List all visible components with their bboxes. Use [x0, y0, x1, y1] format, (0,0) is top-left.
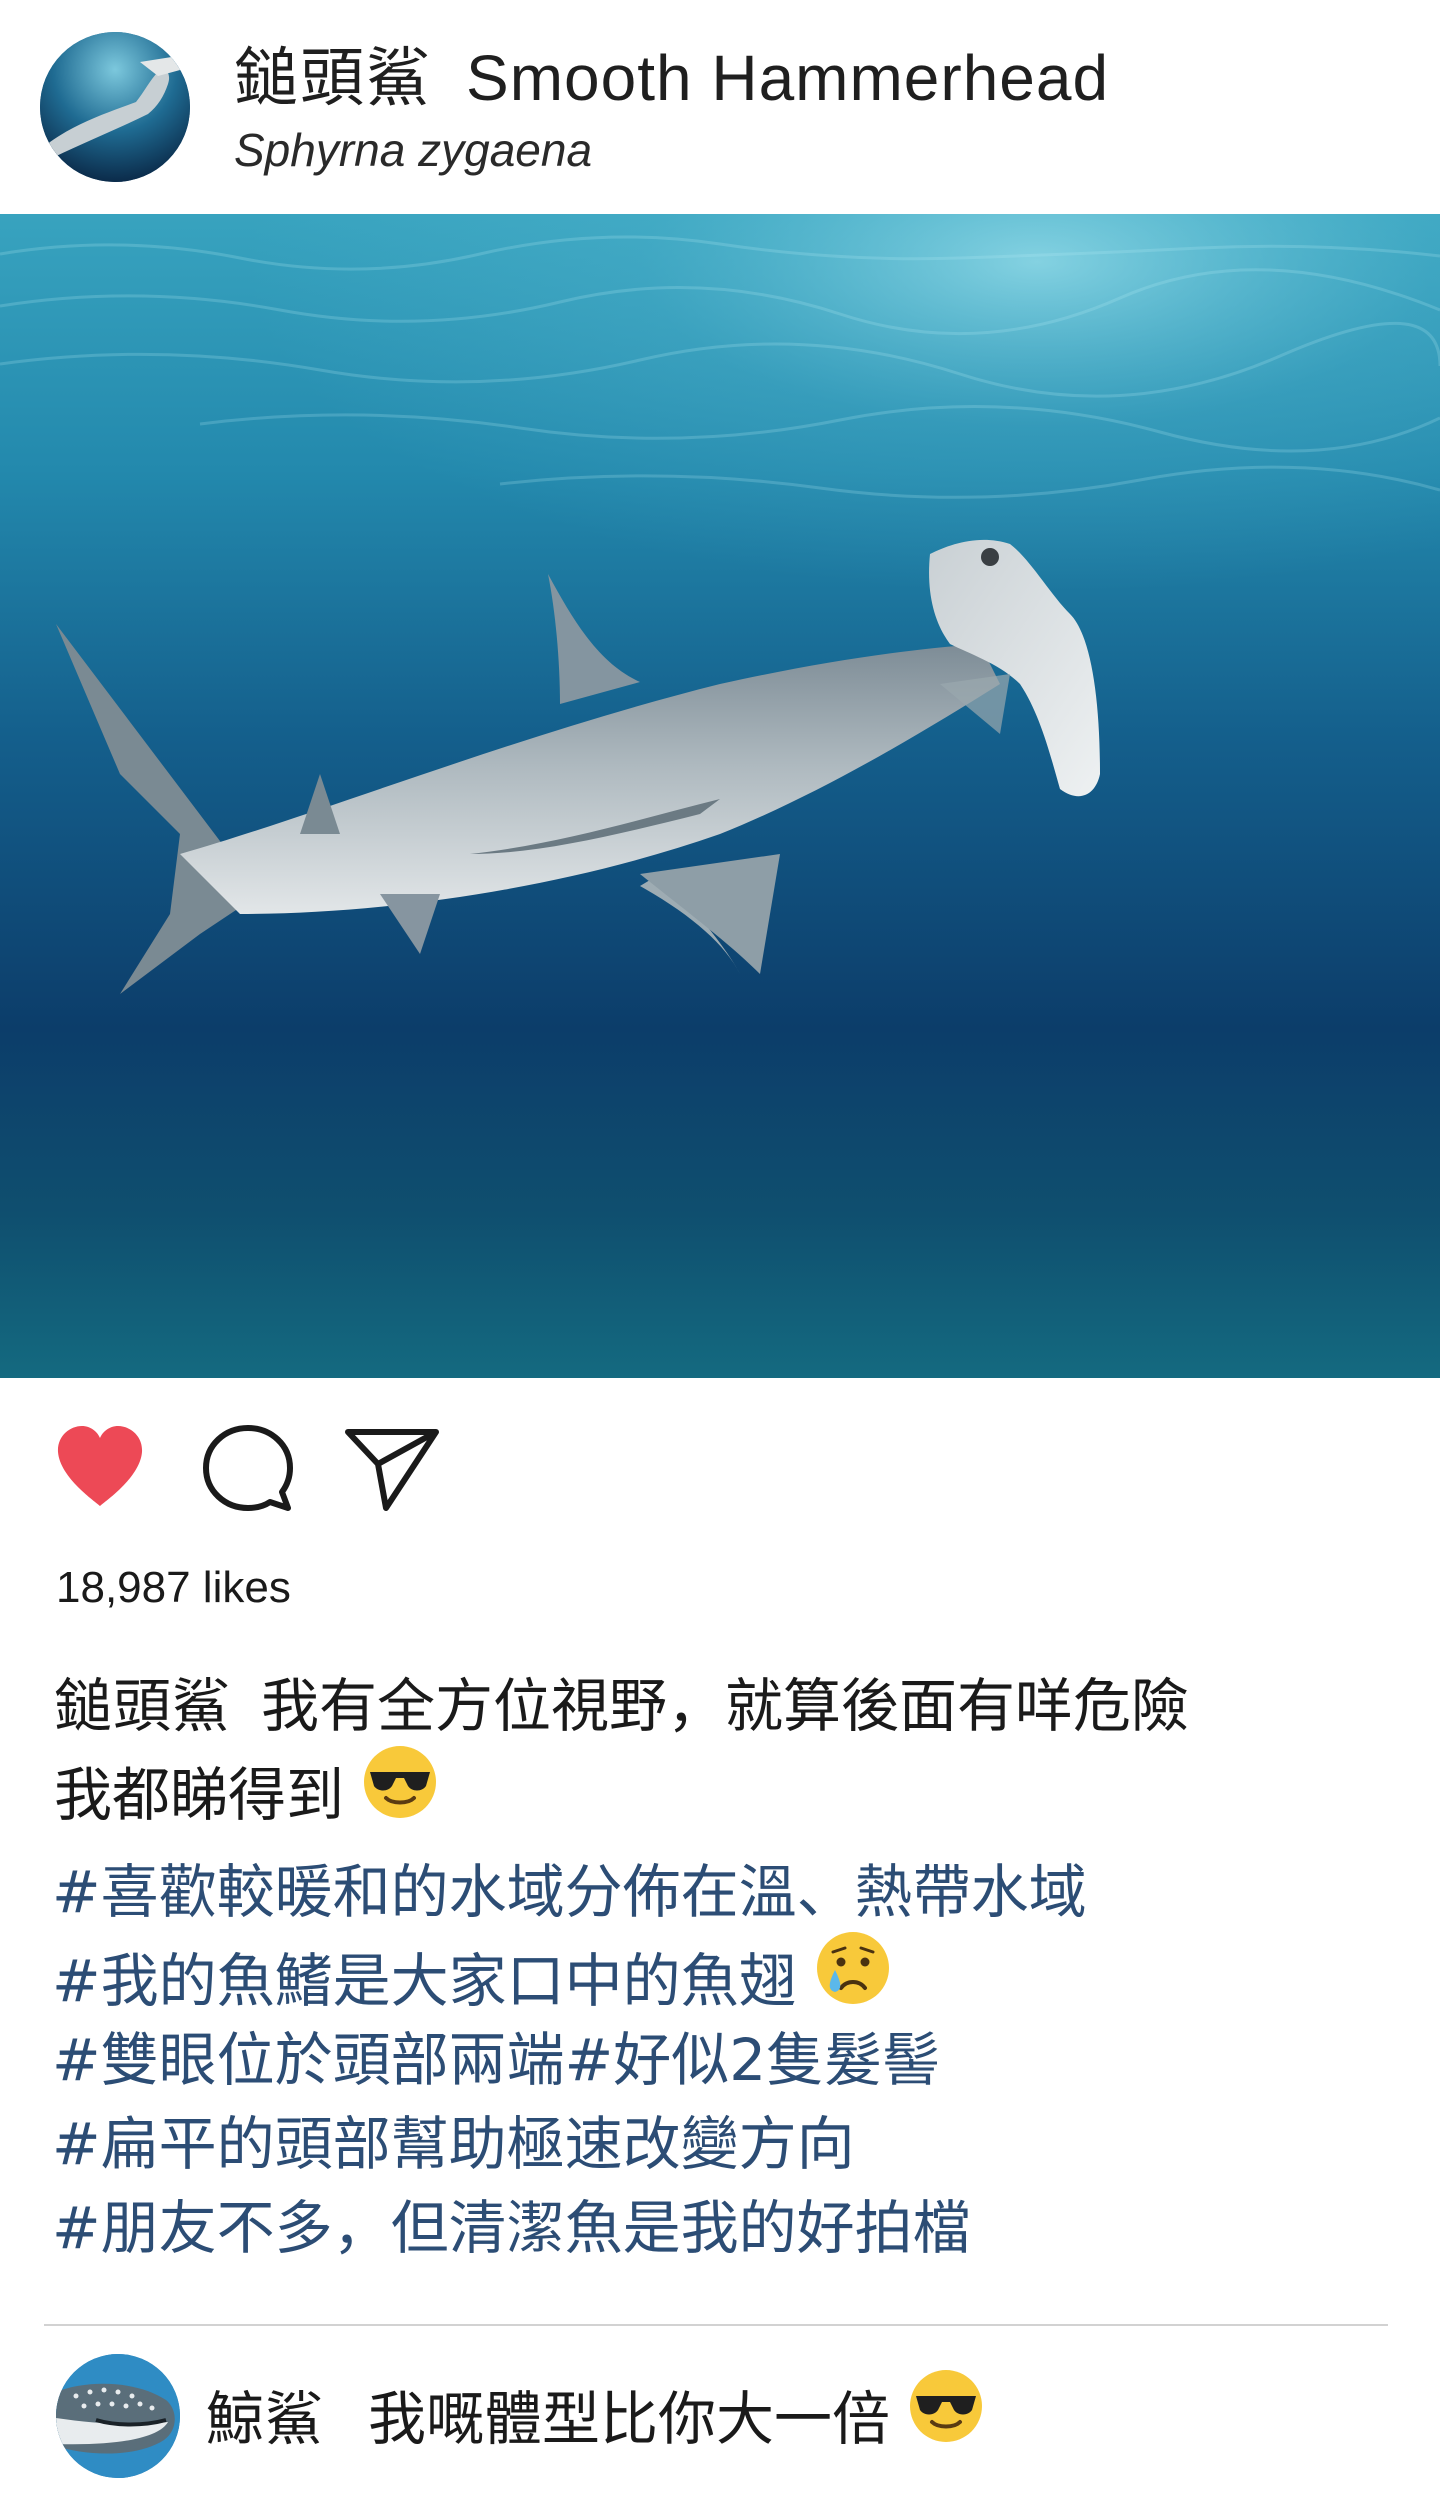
comment-line: 鯨鯊 我嘅體型比你大一倍 [206, 2370, 986, 2474]
caption-author[interactable]: 鎚頭鯊 [54, 1672, 231, 1740]
comment-item: 鯨鯊 我嘅體型比你大一倍 [0, 2350, 1440, 2508]
share-button[interactable] [342, 1420, 439, 1516]
comment-text: 我嘅體型比你大一倍 [368, 2385, 891, 2454]
hashtag-line-3: #雙眼位於頭部兩端#好似2隻髮髻 [52, 2018, 1412, 2102]
sunglasses-emoji-icon [906, 2366, 986, 2468]
hammerhead-shark-avatar-icon [40, 32, 190, 182]
hashtag-list: #喜歡較暖和的水域分佈在溫、熱帶水域 #我的魚鰭是大家口中的魚翅 #雙眼位於頭部… [52, 1850, 1412, 2270]
commenter-avatar[interactable] [56, 2354, 180, 2478]
hashtag-link[interactable]: #扁平的頭部幫助極速改變方向 [52, 2110, 855, 2178]
post-title: 鎚頭鯊 Smooth Hammerhead [234, 38, 1109, 119]
send-paper-plane-icon [345, 1429, 439, 1511]
hashtag-link[interactable]: #我的魚鰭是大家口中的魚翅 [52, 1947, 797, 2015]
scientific-name: Sphyrna zygaena [234, 124, 593, 176]
likes-count[interactable]: 18,987 likes [56, 1558, 291, 1618]
comment-author[interactable]: 鯨鯊 [206, 2385, 324, 2453]
heart-icon [57, 1426, 143, 1506]
divider [44, 2324, 1388, 2326]
comment-button[interactable] [200, 1420, 296, 1516]
hashtag-line-2: #我的魚鰭是大家口中的魚翅 [52, 1932, 1412, 2018]
author-name-zh[interactable]: 鎚頭鯊 [234, 42, 432, 116]
hashtag-line-5: #朋友不多，但清潔魚是我的好拍檔 [52, 2186, 1412, 2270]
post-actions [0, 1420, 1440, 1530]
caption-text-line1: 我有全方位視野，就算後面有咩危險 [261, 1672, 1190, 1740]
post-header: 鎚頭鯊 Smooth Hammerhead Sphyrna zygaena [0, 0, 1440, 214]
author-name-en[interactable]: Smooth Hammerhead [466, 42, 1109, 114]
hammerhead-shark-photo [0, 214, 1440, 1378]
sunglasses-emoji-icon [360, 1742, 440, 1844]
hashtag-link[interactable]: #雙眼位於頭部兩端#好似2隻髮髻 [52, 2026, 940, 2094]
post-photo[interactable] [0, 214, 1440, 1378]
hashtag-line-1: #喜歡較暖和的水域分佈在溫、熱帶水域 [52, 1850, 1412, 1934]
like-button[interactable] [52, 1420, 148, 1516]
hashtag-line-4: #扁平的頭部幫助極速改變方向 [52, 2102, 1412, 2186]
whale-shark-avatar-icon [56, 2354, 180, 2478]
post-caption: 鎚頭鯊 我有全方位視野，就算後面有咩危險 我都睇得到 [54, 1664, 1394, 1832]
hashtag-link[interactable]: #喜歡較暖和的水域分佈在溫、熱帶水域 [52, 1858, 1087, 1926]
caption-text-line2: 我都睇得到 [54, 1761, 345, 1830]
crying-face-emoji-icon [813, 1928, 893, 2030]
comment-bubble-icon [203, 1425, 293, 1511]
author-avatar[interactable] [40, 32, 190, 182]
hashtag-link[interactable]: #朋友不多，但清潔魚是我的好拍檔 [52, 2194, 971, 2262]
